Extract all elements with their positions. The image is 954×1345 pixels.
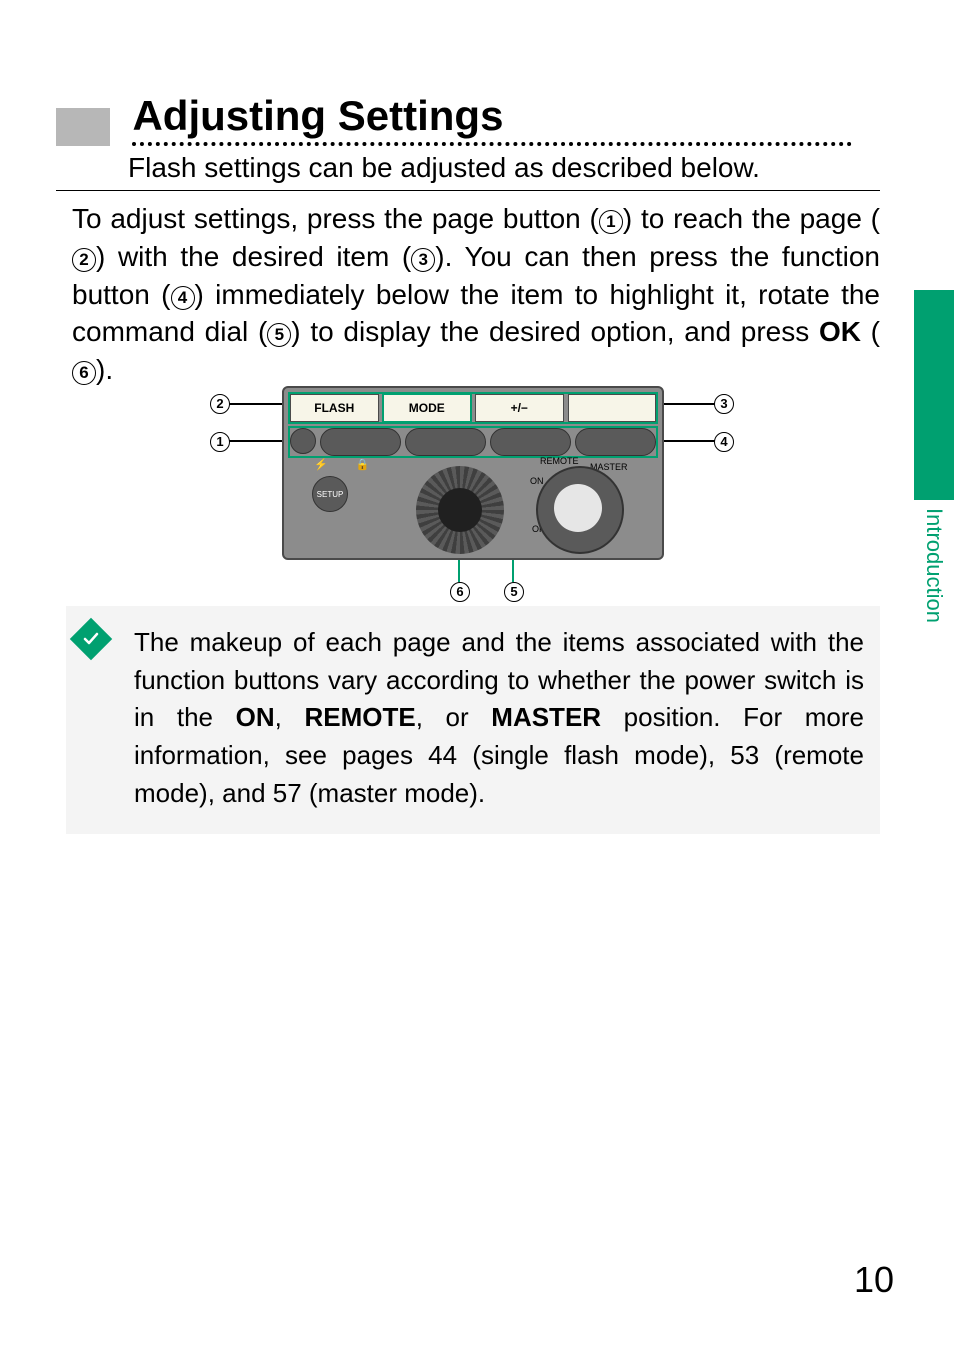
note-remote: REMOTE [304,702,415,732]
header-rule [56,190,880,191]
body-p1: To adjust settings, press the page butto… [72,203,599,234]
page-button[interactable] [290,428,316,454]
ref-1: 1 [599,210,623,234]
device-body: FLASH MODE +/− ⚡ 🔒 SETUP REMOTE MASTE [282,386,664,560]
note-box: The makeup of each page and the items as… [66,606,880,834]
setup-button[interactable]: SETUP [312,476,348,512]
body-p3: ) with the desired item ( [96,241,411,272]
power-label-remote: REMOTE [540,456,579,466]
callout-6: 6 [450,582,470,602]
leader-3 [658,403,720,405]
header: Adjusting Settings Flash settings can be… [56,92,880,184]
function-button-4[interactable] [575,428,656,456]
power-switch-knob [554,484,602,532]
lcd-flash: FLASH [290,394,379,422]
lcd-blank [568,394,657,422]
section-label: Introduction [914,500,954,660]
ref-6: 6 [72,361,96,385]
callout-4: 4 [714,432,734,452]
callout-1: 1 [210,432,230,452]
ref-3: 3 [411,248,435,272]
page: Introduction Adjusting Settings Flash se… [0,0,954,1345]
function-button-2[interactable] [405,428,486,456]
command-dial[interactable] [416,466,504,554]
lcd-mode: MODE [383,394,472,422]
leader-4 [658,440,720,442]
status-icon-row: ⚡ 🔒 [314,458,369,471]
ref-4: 4 [171,286,195,310]
body-p6: ) to display the desired option, and pre… [291,316,819,347]
power-label-on: ON [530,476,544,486]
bolt-icon: ⚡ [314,458,328,471]
setup-label: SETUP [317,490,344,499]
page-number: 10 [854,1259,894,1301]
body-p2: ) to reach the page ( [623,203,880,234]
title-bullet [56,108,110,146]
note-icon [70,618,112,660]
control-panel-diagram: 2 1 3 4 5 6 FLASH MODE +/− ⚡ 🔒 [220,386,722,596]
ref-5: 5 [267,323,291,347]
body-p8: ). [96,354,113,385]
callout-3: 3 [714,394,734,414]
body-ok: OK [819,316,861,347]
function-button-3[interactable] [490,428,571,456]
callout-2: 2 [210,394,230,414]
page-title: Adjusting Settings [132,92,852,146]
lock-icon: 🔒 [356,458,370,471]
callout-5: 5 [504,582,524,602]
function-button-1[interactable] [320,428,401,456]
lcd-row: FLASH MODE +/− [290,394,656,422]
body-p7: ( [861,316,880,347]
note-master: MASTER [491,702,601,732]
note-on: ON [236,702,275,732]
section-color-tab [914,290,954,500]
power-switch[interactable] [536,466,624,554]
note-c1: , [275,702,305,732]
lcd-comp: +/− [475,394,564,422]
note-c2: , or [416,702,492,732]
ref-2: 2 [72,248,96,272]
section-label-text: Introduction [921,500,947,623]
ok-button[interactable] [438,488,482,532]
body-paragraph: To adjust settings, press the page butto… [72,200,880,389]
function-button-row [290,428,656,456]
page-subtitle: Flash settings can be adjusted as descri… [128,152,880,184]
